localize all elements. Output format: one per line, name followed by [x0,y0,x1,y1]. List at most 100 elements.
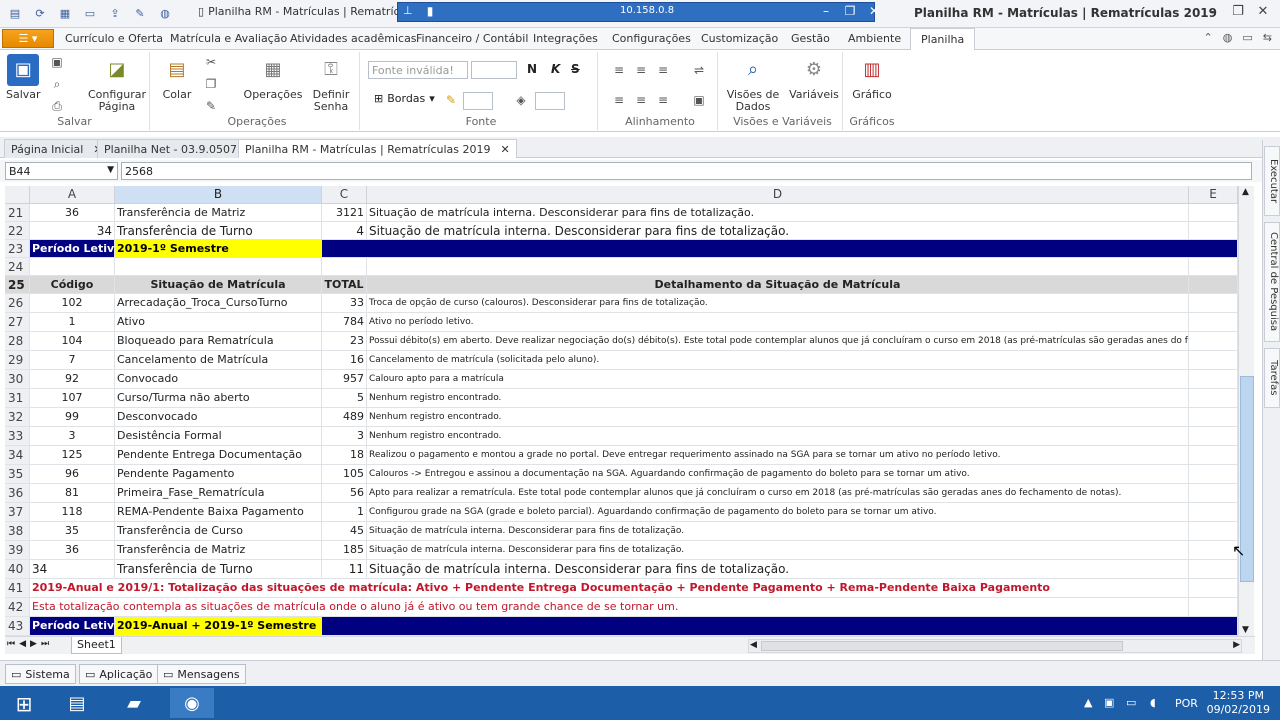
side-tab-central-pesquisa[interactable]: Central de Pesquisa [1264,222,1280,342]
cell-a[interactable]: Esta totalização contempla as situações … [30,598,1189,617]
cell-d[interactable]: Realizou o pagamento e montou a grade no… [367,446,1189,465]
cell-a[interactable]: 107 [30,389,115,408]
export-icon[interactable]: ⇪ [106,4,124,22]
cell-a[interactable]: Código [30,276,115,294]
col-header-d[interactable]: D [367,186,1189,204]
cell-c[interactable]: 11 [322,560,367,579]
rdp-restore-icon[interactable]: ❐ [840,4,860,18]
row-header[interactable]: 35 [5,465,30,484]
cell-a[interactable]: 96 [30,465,115,484]
border-color-box[interactable] [463,92,493,110]
cell-d[interactable]: Situação de matrícula interna. Desconsid… [367,204,1189,222]
app-taskbar-icon[interactable]: ◉ [170,688,214,718]
minimize-icon[interactable]: – [1203,4,1223,19]
cell-b[interactable] [115,258,322,276]
row-header[interactable]: 22 [5,222,30,240]
cell-b[interactable]: Transferência de Matriz [115,541,322,560]
cell-d[interactable]: Apto para realizar a rematrícula. Este t… [367,484,1189,503]
cell-b[interactable]: Ativo [115,313,322,332]
row-header[interactable]: 33 [5,427,30,446]
cell-d[interactable]: Calouro apto para a matrícula [367,370,1189,389]
cell-a[interactable]: 1 [30,313,115,332]
col-header-c[interactable]: C [322,186,367,204]
cell-e[interactable] [1189,258,1238,276]
cell-c[interactable]: 56 [322,484,367,503]
cell-e[interactable] [1189,351,1238,370]
cell-d[interactable]: Situação de matrícula interna. Desconsid… [367,560,1189,579]
cell-c[interactable]: 1 [322,503,367,522]
cell-d[interactable]: Troca de opção de curso (calouros). Desc… [367,294,1189,313]
app-icon[interactable]: ▤ [6,4,24,22]
cell-c[interactable]: 23 [322,332,367,351]
align-left-icon[interactable]: ≡ [611,92,627,108]
cell-c[interactable]: 489 [322,408,367,427]
formula-input[interactable]: 2568 [121,162,1252,180]
cell-a[interactable]: Período Letivo: [30,240,115,258]
row-header[interactable]: 30 [5,370,30,389]
cell-e[interactable] [1189,313,1238,332]
cell-a[interactable]: 36 [30,541,115,560]
cell-b[interactable]: Cancelamento de Matrícula [115,351,322,370]
sheet-nav-icons[interactable]: ⏮◀▶⏭ [7,639,53,649]
cell-b[interactable]: Transferência de Curso [115,522,322,541]
cell-c[interactable]: TOTAL [322,276,367,294]
cell-a[interactable]: 99 [30,408,115,427]
cell-d[interactable]: Configurou grade na SGA (grade e boleto … [367,503,1189,522]
row-header[interactable]: 38 [5,522,30,541]
grid-icon[interactable]: ▦ [56,4,74,22]
tray-monitor-icon[interactable]: ▭ [1126,696,1136,709]
tab-matricula[interactable]: Matrícula e Avaliação [170,32,287,45]
cell-d[interactable]: Detalhamento da Situação de Matrícula [367,276,1189,294]
cell-d[interactable]: Calouros -> Entregou e assinou a documen… [367,465,1189,484]
side-tab-executar[interactable]: Executar [1264,146,1280,216]
rdp-minimize-icon[interactable]: – [816,4,836,18]
tab-curriculo[interactable]: Currículo e Oferta [65,32,163,45]
layout-icon[interactable]: ▭ [1242,31,1252,44]
cell-d[interactable]: Situação de matrícula interna. Desconsid… [367,541,1189,560]
operations-button[interactable]: ▦ Operações [244,54,303,101]
cell-e[interactable] [1189,522,1238,541]
cell-d[interactable]: Nenhum registro encontrado. [367,427,1189,446]
pin-icon[interactable]: ⊥ [403,4,413,17]
language-indicator[interactable]: POR [1175,697,1198,710]
row-header[interactable]: 28 [5,332,30,351]
cell-d[interactable]: Cancelamento de matrícula (solicitada pe… [367,351,1189,370]
doc-tab-planilha-rm[interactable]: Planilha RM - Matrículas | Rematrículas … [238,139,517,158]
cell-e[interactable] [1189,222,1238,240]
row-header[interactable]: 21 [5,204,30,222]
cell-a[interactable]: 102 [30,294,115,313]
cell-d[interactable]: Situação de matrícula interna. Desconsid… [367,522,1189,541]
cell-a[interactable]: 125 [30,446,115,465]
cell-c[interactable]: 18 [322,446,367,465]
doc-tab-home[interactable]: Página Inicial ✕ [4,139,110,158]
cell-name-box[interactable]: B44 ▼ [5,162,118,180]
cell-b[interactable]: Pendente Pagamento [115,465,322,484]
cell-e[interactable] [1189,370,1238,389]
scroll-left-icon[interactable]: ◀ [750,640,757,650]
cell-e[interactable] [1189,389,1238,408]
row-header[interactable]: 25 [5,276,30,294]
tab-financeiro[interactable]: Financeiro / Contábil [416,32,528,45]
cell-c[interactable] [322,258,367,276]
fill-icon[interactable]: ◈ [513,92,529,108]
spreadsheet-grid[interactable]: A B C D E 21 36 Transferência de Matriz 312… [5,186,1238,636]
cell-e[interactable] [1189,294,1238,313]
application-button[interactable]: ▭ Aplicação [79,664,159,684]
cell-b[interactable]: REMA-Pendente Baixa Pagamento [115,503,322,522]
fill-color-box[interactable] [535,92,565,110]
cell-a[interactable]: 3 [30,427,115,446]
cell-e[interactable] [1189,503,1238,522]
align-right-icon[interactable]: ≡ [655,92,671,108]
wrap-text-icon[interactable]: ⇌ [691,62,707,78]
corner-select-all[interactable] [5,186,30,204]
chevron-down-icon[interactable]: ▼ [107,165,114,175]
cell-b[interactable]: Transferência de Turno [115,560,322,579]
tab-ambiente[interactable]: Ambiente [848,32,901,45]
system-button[interactable]: ▭ Sistema [5,664,76,684]
row-header[interactable]: 24 [5,258,30,276]
messages-button[interactable]: ▭ Mensagens [157,664,246,684]
rdp-close-icon[interactable]: ✕ [864,4,884,18]
col-header-a[interactable]: A [30,186,115,204]
row-header[interactable]: 37 [5,503,30,522]
data-views-button[interactable]: ⌕ Visões de Dados [725,54,781,113]
